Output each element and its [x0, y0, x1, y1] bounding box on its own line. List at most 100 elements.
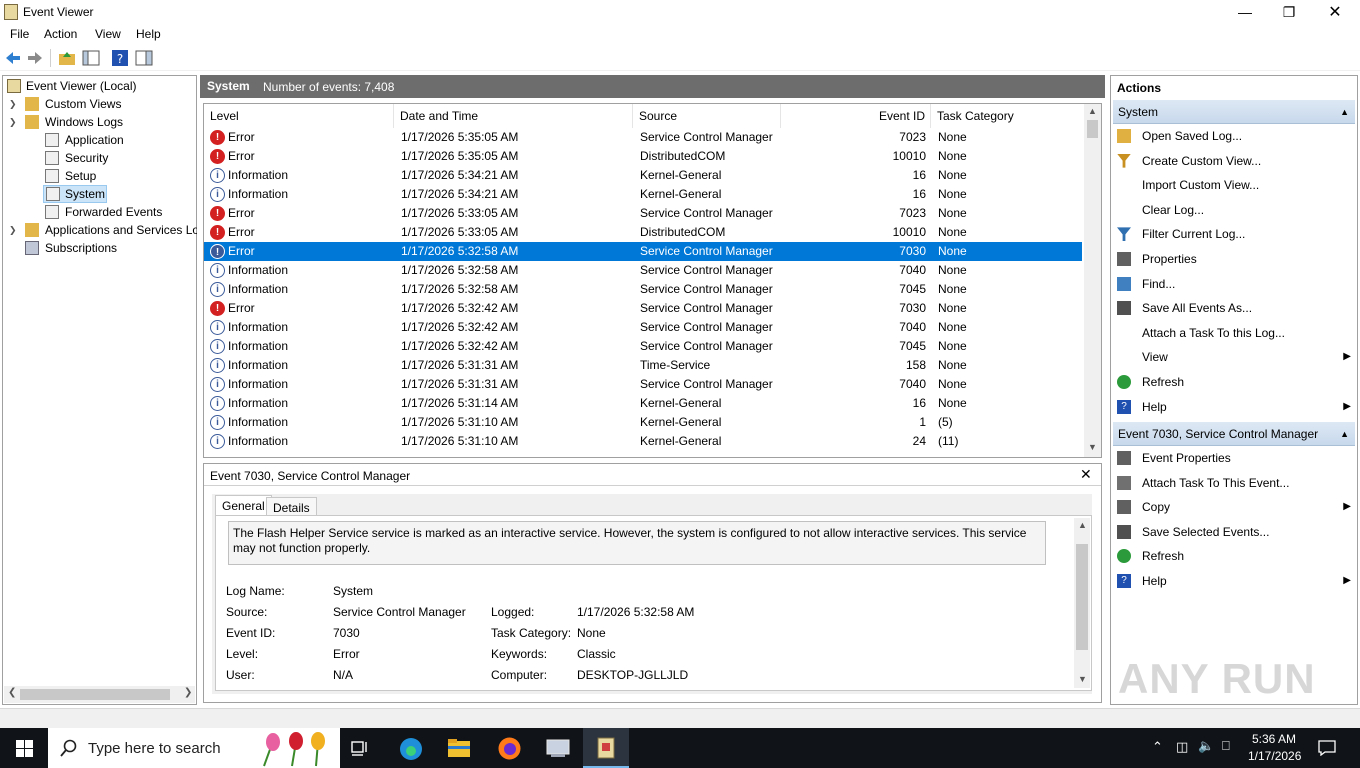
- action-refresh[interactable]: Refresh: [1115, 370, 1355, 394]
- detail-scrollbar[interactable]: ▲ ▼: [1074, 518, 1090, 688]
- show-action-pane-icon[interactable]: [135, 49, 153, 67]
- action-clear-log[interactable]: Clear Log...: [1115, 198, 1355, 222]
- table-row[interactable]: i Information 1/17/2026 5:31:14 AM Kernel-G…: [204, 394, 1082, 413]
- tab-general[interactable]: General: [215, 495, 272, 515]
- column-header-date[interactable]: Date and Time: [394, 104, 633, 128]
- chevron-down-icon[interactable]: ❯: [9, 113, 17, 131]
- table-row[interactable]: i Information 1/17/2026 5:32:42 AM Service …: [204, 318, 1082, 337]
- scroll-up-icon[interactable]: ▲: [1088, 106, 1097, 116]
- row-source: Service Control Manager: [640, 206, 773, 220]
- action-help[interactable]: ? Help ▶: [1115, 569, 1355, 593]
- action-save-selected-events[interactable]: Save Selected Events...: [1115, 520, 1355, 544]
- action-event-properties[interactable]: Event Properties: [1115, 446, 1355, 470]
- action-view[interactable]: View ▶: [1115, 345, 1355, 369]
- action-filter-current-log[interactable]: Filter Current Log...: [1115, 222, 1355, 246]
- tree-item-system[interactable]: System: [43, 185, 107, 203]
- action-import-custom-view[interactable]: Import Custom View...: [1115, 173, 1355, 197]
- task-view-icon[interactable]: [351, 739, 369, 757]
- table-row[interactable]: i Information 1/17/2026 5:34:21 AM Kernel-G…: [204, 185, 1082, 204]
- table-row[interactable]: i Information 1/17/2026 5:32:42 AM Service …: [204, 337, 1082, 356]
- close-button[interactable]: ✕: [1312, 0, 1358, 24]
- table-row[interactable]: i Information 1/17/2026 5:31:31 AM Time-Ser…: [204, 356, 1082, 375]
- edge-browser-icon[interactable]: [398, 736, 424, 762]
- input-indicator-icon[interactable]: ⎕: [1222, 738, 1230, 754]
- firefox-icon[interactable]: [497, 736, 522, 761]
- menu-file[interactable]: File: [10, 27, 29, 41]
- windows-start-icon[interactable]: [16, 740, 33, 757]
- menu-action[interactable]: Action: [44, 27, 77, 41]
- scroll-down-icon[interactable]: ▼: [1078, 674, 1087, 684]
- label-computer: Computer:: [491, 668, 548, 682]
- tab-details[interactable]: Details: [266, 497, 317, 517]
- column-header-task-category[interactable]: Task Category: [931, 104, 1082, 128]
- show-tree-icon[interactable]: [82, 49, 100, 67]
- actions-group-system[interactable]: System ▲: [1113, 100, 1355, 124]
- tree-item-applications-and-services[interactable]: ❯ Applications and Services Lo: [7, 221, 197, 239]
- scroll-right-icon[interactable]: ❯: [184, 687, 192, 698]
- action-open-saved-log[interactable]: Open Saved Log...: [1115, 124, 1355, 148]
- clock-date[interactable]: 1/17/2026: [1248, 749, 1301, 763]
- column-header-source[interactable]: Source: [633, 104, 781, 128]
- table-row[interactable]: ! Error 1/17/2026 5:35:05 AM DistributedCOM…: [204, 147, 1082, 166]
- row-task-category: None: [938, 282, 967, 296]
- help-icon[interactable]: ?: [111, 49, 129, 67]
- scroll-thumb[interactable]: [20, 689, 170, 700]
- table-row[interactable]: ! Error 1/17/2026 5:32:58 AM Service Contro…: [204, 242, 1082, 261]
- action-help[interactable]: ? Help ▶: [1115, 395, 1355, 419]
- table-row[interactable]: i Information 1/17/2026 5:34:21 AM Kernel-G…: [204, 166, 1082, 185]
- action-properties[interactable]: Properties: [1115, 247, 1355, 271]
- row-date: 1/17/2026 5:34:21 AM: [401, 168, 519, 182]
- action-copy[interactable]: Copy ▶: [1115, 495, 1355, 519]
- menu-help[interactable]: Help: [136, 27, 161, 41]
- network-icon[interactable]: ◫: [1176, 739, 1188, 755]
- taskbar-search[interactable]: Type here to search: [48, 728, 340, 768]
- actions-group-event[interactable]: Event 7030, Service Control Manager ▲: [1113, 422, 1355, 446]
- chevron-right-icon[interactable]: ❯: [9, 95, 17, 113]
- chevron-right-icon[interactable]: ❯: [9, 221, 17, 239]
- action-find[interactable]: Find...: [1115, 272, 1355, 296]
- table-row[interactable]: ! Error 1/17/2026 5:33:05 AM DistributedCOM…: [204, 223, 1082, 242]
- action-attach-task-to-this-event[interactable]: Attach Task To This Event...: [1115, 471, 1355, 495]
- action-create-custom-view[interactable]: Create Custom View...: [1115, 149, 1355, 173]
- forward-arrow-icon[interactable]: [26, 49, 44, 67]
- back-arrow-icon[interactable]: [4, 49, 22, 67]
- scroll-left-icon[interactable]: ❮: [8, 687, 16, 698]
- minimize-button[interactable]: —: [1222, 0, 1268, 24]
- table-row[interactable]: ! Error 1/17/2026 5:35:05 AM Service Contro…: [204, 128, 1082, 147]
- action-save-all-events-as[interactable]: Save All Events As...: [1115, 296, 1355, 320]
- table-row[interactable]: i Information 1/17/2026 5:32:58 AM Service …: [204, 261, 1082, 280]
- clock-time[interactable]: 5:36 AM: [1252, 732, 1296, 746]
- column-header-level[interactable]: Level: [204, 104, 394, 128]
- collapse-icon[interactable]: ▲: [1340, 422, 1349, 446]
- tree-item-custom-views[interactable]: ❯ Custom Views: [7, 95, 197, 113]
- collapse-icon[interactable]: ▲: [1340, 100, 1349, 124]
- tree-horizontal-scrollbar[interactable]: ❮ ❯: [4, 686, 195, 703]
- row-date: 1/17/2026 5:35:05 AM: [401, 130, 519, 144]
- tree-item-windows-logs[interactable]: ❯ Windows Logs: [7, 113, 197, 131]
- tree-item-subscriptions[interactable]: Subscriptions: [7, 239, 197, 257]
- file-explorer-icon[interactable]: [447, 737, 471, 759]
- action-attach-a-task-to-this-log[interactable]: Attach a Task To this Log...: [1115, 321, 1355, 345]
- close-icon[interactable]: ✕: [1080, 466, 1092, 483]
- table-row[interactable]: i Information 1/17/2026 5:31:10 AM Kernel-G…: [204, 432, 1082, 451]
- scroll-down-icon[interactable]: ▼: [1088, 442, 1097, 452]
- maximize-button[interactable]: ❐: [1266, 0, 1312, 24]
- event-list-scrollbar[interactable]: ▲ ▼: [1084, 104, 1101, 457]
- up-folder-icon[interactable]: [58, 49, 76, 67]
- notification-icon[interactable]: [1318, 740, 1336, 756]
- table-row[interactable]: ! Error 1/17/2026 5:32:42 AM Service Contro…: [204, 299, 1082, 318]
- action-refresh[interactable]: Refresh: [1115, 544, 1355, 568]
- menu-view[interactable]: View: [95, 27, 121, 41]
- event-viewer-taskbar-button[interactable]: [583, 728, 629, 768]
- table-row[interactable]: i Information 1/17/2026 5:32:58 AM Service …: [204, 280, 1082, 299]
- table-row[interactable]: i Information 1/17/2026 5:31:10 AM Kernel-G…: [204, 413, 1082, 432]
- network-app-icon[interactable]: [545, 737, 571, 759]
- scroll-thumb[interactable]: [1076, 544, 1088, 650]
- table-row[interactable]: ! Error 1/17/2026 5:33:05 AM Service Contro…: [204, 204, 1082, 223]
- scroll-thumb[interactable]: [1087, 120, 1098, 138]
- column-header-event-id[interactable]: Event ID: [781, 104, 931, 128]
- volume-icon[interactable]: 🔈: [1198, 738, 1214, 754]
- scroll-up-icon[interactable]: ▲: [1078, 520, 1087, 530]
- table-row[interactable]: i Information 1/17/2026 5:31:31 AM Service …: [204, 375, 1082, 394]
- chevron-up-icon[interactable]: ⌃: [1152, 739, 1163, 755]
